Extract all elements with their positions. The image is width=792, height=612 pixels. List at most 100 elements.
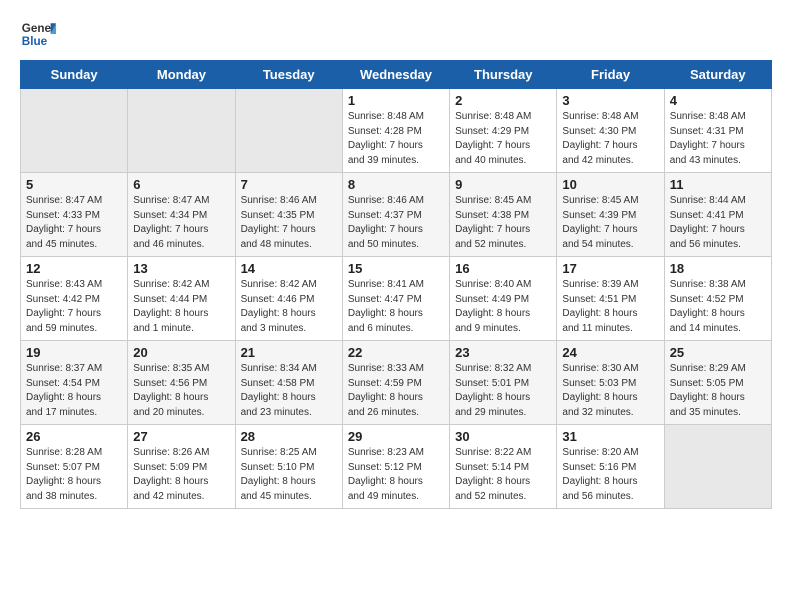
day-number: 24	[562, 345, 658, 360]
cell-info: Sunrise: 8:47 AM Sunset: 4:34 PM Dayligh…	[133, 194, 229, 252]
cell-info: Sunrise: 8:47 AM Sunset: 4:33 PM Dayligh…	[26, 194, 122, 252]
day-number: 13	[133, 261, 229, 276]
day-number: 9	[455, 177, 551, 192]
calendar-week-2: 5 Sunrise: 8:47 AM Sunset: 4:33 PM Daylig…	[21, 173, 772, 257]
calendar-cell: 30 Sunrise: 8:22 AM Sunset: 5:14 PM Dayli…	[450, 425, 557, 509]
calendar-cell: 18 Sunrise: 8:38 AM Sunset: 4:52 PM Dayli…	[664, 257, 771, 341]
calendar-cell: 27Sunrise: 8:26 AM Sunset: 5:09 PM Dayli…	[128, 425, 235, 509]
day-number: 22	[348, 345, 444, 360]
calendar-week-1: 1Sunrise: 8:48 AM Sunset: 4:28 PM Daylig…	[21, 89, 772, 173]
logo: General Blue	[20, 16, 60, 52]
day-number: 14	[241, 261, 337, 276]
cell-info: Sunrise: 8:48 AM Sunset: 4:30 PM Dayligh…	[562, 110, 658, 168]
calendar-cell: 16 Sunrise: 8:40 AM Sunset: 4:49 PM Dayli…	[450, 257, 557, 341]
cell-info: Sunrise: 8:20 AM Sunset: 5:16 PM Dayligh…	[562, 446, 658, 504]
day-number: 20	[133, 345, 229, 360]
calendar-cell: 25 Sunrise: 8:29 AM Sunset: 5:05 PM Dayli…	[664, 341, 771, 425]
calendar-header: SundayMondayTuesdayWednesdayThursdayFrid…	[21, 61, 772, 89]
day-number: 29	[348, 429, 444, 444]
weekday-header-tuesday: Tuesday	[235, 61, 342, 89]
calendar-week-3: 12Sunrise: 8:43 AM Sunset: 4:42 PM Dayli…	[21, 257, 772, 341]
calendar-cell: 22 Sunrise: 8:33 AM Sunset: 4:59 PM Dayli…	[342, 341, 449, 425]
cell-info: Sunrise: 8:45 AM Sunset: 4:38 PM Dayligh…	[455, 194, 551, 252]
cell-info: Sunrise: 8:35 AM Sunset: 4:56 PM Dayligh…	[133, 362, 229, 420]
cell-info: Sunrise: 8:28 AM Sunset: 5:07 PM Dayligh…	[26, 446, 122, 504]
weekday-header-row: SundayMondayTuesdayWednesdayThursdayFrid…	[21, 61, 772, 89]
weekday-header-sunday: Sunday	[21, 61, 128, 89]
calendar-cell: 21 Sunrise: 8:34 AM Sunset: 4:58 PM Dayli…	[235, 341, 342, 425]
cell-info: Sunrise: 8:37 AM Sunset: 4:54 PM Dayligh…	[26, 362, 122, 420]
calendar-cell: 7Sunrise: 8:46 AM Sunset: 4:35 PM Daylig…	[235, 173, 342, 257]
calendar-cell: 29 Sunrise: 8:23 AM Sunset: 5:12 PM Dayli…	[342, 425, 449, 509]
cell-info: Sunrise: 8:34 AM Sunset: 4:58 PM Dayligh…	[241, 362, 337, 420]
day-number: 26	[26, 429, 122, 444]
day-number: 18	[670, 261, 766, 276]
day-number: 11	[670, 177, 766, 192]
calendar-cell: 9 Sunrise: 8:45 AM Sunset: 4:38 PM Daylig…	[450, 173, 557, 257]
cell-info: Sunrise: 8:48 AM Sunset: 4:31 PM Dayligh…	[670, 110, 766, 168]
cell-info: Sunrise: 8:46 AM Sunset: 4:37 PM Dayligh…	[348, 194, 444, 252]
calendar-cell: 10 Sunrise: 8:45 AM Sunset: 4:39 PM Dayli…	[557, 173, 664, 257]
calendar-cell	[664, 425, 771, 509]
calendar-cell: 23 Sunrise: 8:32 AM Sunset: 5:01 PM Dayli…	[450, 341, 557, 425]
day-number: 12	[26, 261, 122, 276]
calendar-week-4: 19Sunrise: 8:37 AM Sunset: 4:54 PM Dayli…	[21, 341, 772, 425]
calendar-cell: 6 Sunrise: 8:47 AM Sunset: 4:34 PM Daylig…	[128, 173, 235, 257]
day-number: 8	[348, 177, 444, 192]
calendar-cell: 8 Sunrise: 8:46 AM Sunset: 4:37 PM Daylig…	[342, 173, 449, 257]
weekday-header-wednesday: Wednesday	[342, 61, 449, 89]
calendar-cell: 20 Sunrise: 8:35 AM Sunset: 4:56 PM Dayli…	[128, 341, 235, 425]
calendar-cell: 26 Sunrise: 8:28 AM Sunset: 5:07 PM Dayli…	[21, 425, 128, 509]
calendar-body: 1Sunrise: 8:48 AM Sunset: 4:28 PM Daylig…	[21, 89, 772, 509]
day-number: 21	[241, 345, 337, 360]
calendar-cell: 5 Sunrise: 8:47 AM Sunset: 4:33 PM Daylig…	[21, 173, 128, 257]
day-number: 30	[455, 429, 551, 444]
day-number: 2	[455, 93, 551, 108]
day-number: 23	[455, 345, 551, 360]
calendar-week-5: 26 Sunrise: 8:28 AM Sunset: 5:07 PM Dayli…	[21, 425, 772, 509]
cell-info: Sunrise: 8:29 AM Sunset: 5:05 PM Dayligh…	[670, 362, 766, 420]
day-number: 25	[670, 345, 766, 360]
calendar-cell	[128, 89, 235, 173]
calendar-cell: 15 Sunrise: 8:41 AM Sunset: 4:47 PM Dayli…	[342, 257, 449, 341]
day-number: 6	[133, 177, 229, 192]
cell-info: Sunrise: 8:38 AM Sunset: 4:52 PM Dayligh…	[670, 278, 766, 336]
weekday-header-friday: Friday	[557, 61, 664, 89]
day-number: 16	[455, 261, 551, 276]
day-number: 17	[562, 261, 658, 276]
cell-info: Sunrise: 8:45 AM Sunset: 4:39 PM Dayligh…	[562, 194, 658, 252]
calendar-cell: 14 Sunrise: 8:42 AM Sunset: 4:46 PM Dayli…	[235, 257, 342, 341]
cell-info: Sunrise: 8:40 AM Sunset: 4:49 PM Dayligh…	[455, 278, 551, 336]
cell-info: Sunrise: 8:39 AM Sunset: 4:51 PM Dayligh…	[562, 278, 658, 336]
cell-info: Sunrise: 8:33 AM Sunset: 4:59 PM Dayligh…	[348, 362, 444, 420]
calendar-cell: 2Sunrise: 8:48 AM Sunset: 4:29 PM Daylig…	[450, 89, 557, 173]
day-number: 5	[26, 177, 122, 192]
calendar-cell: 11Sunrise: 8:44 AM Sunset: 4:41 PM Dayli…	[664, 173, 771, 257]
cell-info: Sunrise: 8:22 AM Sunset: 5:14 PM Dayligh…	[455, 446, 551, 504]
day-number: 15	[348, 261, 444, 276]
cell-info: Sunrise: 8:46 AM Sunset: 4:35 PM Dayligh…	[241, 194, 337, 252]
calendar-cell: 1Sunrise: 8:48 AM Sunset: 4:28 PM Daylig…	[342, 89, 449, 173]
calendar-cell	[235, 89, 342, 173]
day-number: 27	[133, 429, 229, 444]
calendar-cell: 12Sunrise: 8:43 AM Sunset: 4:42 PM Dayli…	[21, 257, 128, 341]
logo-icon: General Blue	[20, 16, 56, 52]
day-number: 28	[241, 429, 337, 444]
day-number: 10	[562, 177, 658, 192]
cell-info: Sunrise: 8:48 AM Sunset: 4:28 PM Dayligh…	[348, 110, 444, 168]
calendar-cell: 28 Sunrise: 8:25 AM Sunset: 5:10 PM Dayli…	[235, 425, 342, 509]
day-number: 4	[670, 93, 766, 108]
weekday-header-thursday: Thursday	[450, 61, 557, 89]
header: General Blue	[20, 16, 772, 52]
calendar-cell: 13 Sunrise: 8:42 AM Sunset: 4:44 PM Dayli…	[128, 257, 235, 341]
cell-info: Sunrise: 8:23 AM Sunset: 5:12 PM Dayligh…	[348, 446, 444, 504]
cell-info: Sunrise: 8:42 AM Sunset: 4:46 PM Dayligh…	[241, 278, 337, 336]
calendar-table: SundayMondayTuesdayWednesdayThursdayFrid…	[20, 60, 772, 509]
calendar-cell: 3Sunrise: 8:48 AM Sunset: 4:30 PM Daylig…	[557, 89, 664, 173]
calendar-cell: 31Sunrise: 8:20 AM Sunset: 5:16 PM Dayli…	[557, 425, 664, 509]
cell-info: Sunrise: 8:42 AM Sunset: 4:44 PM Dayligh…	[133, 278, 229, 336]
cell-info: Sunrise: 8:41 AM Sunset: 4:47 PM Dayligh…	[348, 278, 444, 336]
cell-info: Sunrise: 8:30 AM Sunset: 5:03 PM Dayligh…	[562, 362, 658, 420]
cell-info: Sunrise: 8:32 AM Sunset: 5:01 PM Dayligh…	[455, 362, 551, 420]
cell-info: Sunrise: 8:25 AM Sunset: 5:10 PM Dayligh…	[241, 446, 337, 504]
